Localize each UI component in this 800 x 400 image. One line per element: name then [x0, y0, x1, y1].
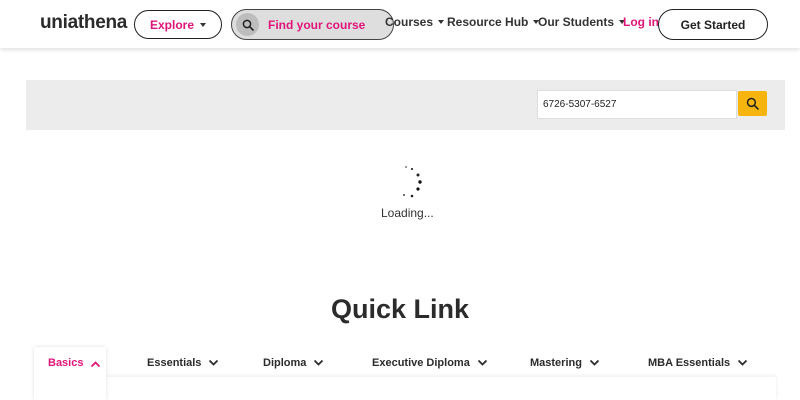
tab-basics[interactable]: Basics	[34, 347, 106, 400]
tab-diploma[interactable]: Diploma	[263, 357, 324, 369]
nav-our-students-label: Our Students	[538, 15, 615, 29]
tabs-panel	[106, 377, 776, 400]
explore-button[interactable]: Explore	[134, 10, 222, 39]
find-course-placeholder: Find your course	[268, 17, 366, 32]
find-course-search[interactable]: Find your course	[231, 9, 394, 40]
tab-mba-essentials[interactable]: MBA Essentials	[648, 357, 748, 369]
get-started-button[interactable]: Get Started	[658, 9, 768, 40]
chevron-down-icon	[209, 359, 219, 366]
tab-executive-diploma-label: Executive Diploma	[372, 357, 470, 369]
nav-resource-hub[interactable]: Resource Hub	[447, 15, 540, 29]
nav-courses[interactable]: Courses	[385, 15, 445, 29]
login-link[interactable]: Log in	[623, 15, 659, 29]
chevron-up-icon	[91, 361, 101, 368]
nav-resource-hub-label: Resource Hub	[447, 15, 529, 29]
loading-text: Loading...	[381, 206, 434, 220]
verification-search-button[interactable]	[738, 91, 767, 116]
chevron-down-icon	[314, 359, 324, 366]
caret-down-icon	[200, 22, 206, 27]
tab-executive-diploma[interactable]: Executive Diploma	[372, 357, 488, 369]
chevron-down-icon	[477, 359, 487, 366]
site-header: uniathena Explore Find your course Cours…	[0, 0, 800, 48]
tab-basics-label: Basics	[48, 357, 84, 369]
quick-link-tabs: Basics Essentials Diploma Executive Dipl…	[34, 347, 776, 400]
nav-courses-label: Courses	[385, 15, 434, 29]
tab-mastering[interactable]: Mastering	[530, 357, 600, 369]
verification-panel: 6726-5307-6527	[26, 80, 785, 130]
caret-down-icon	[438, 20, 445, 24]
chevron-down-icon	[737, 359, 748, 366]
logo-text: uniathena	[40, 12, 128, 33]
tab-diploma-label: Diploma	[263, 357, 307, 369]
search-icon	[236, 13, 259, 36]
uniathena-logo[interactable]: uniathena	[40, 12, 127, 34]
quick-link-title: Quick Link	[330, 294, 470, 324]
spinner-icon	[403, 166, 422, 198]
verification-input[interactable]: 6726-5307-6527	[537, 90, 737, 119]
search-icon	[746, 97, 759, 110]
tab-mba-essentials-label: MBA Essentials	[648, 357, 731, 369]
nav-our-students[interactable]: Our Students	[538, 15, 626, 29]
tab-essentials[interactable]: Essentials	[147, 357, 219, 369]
chevron-down-icon	[589, 359, 600, 366]
tab-mastering-label: Mastering	[530, 357, 582, 369]
explore-label: Explore	[149, 17, 194, 32]
tab-essentials-label: Essentials	[147, 357, 202, 369]
